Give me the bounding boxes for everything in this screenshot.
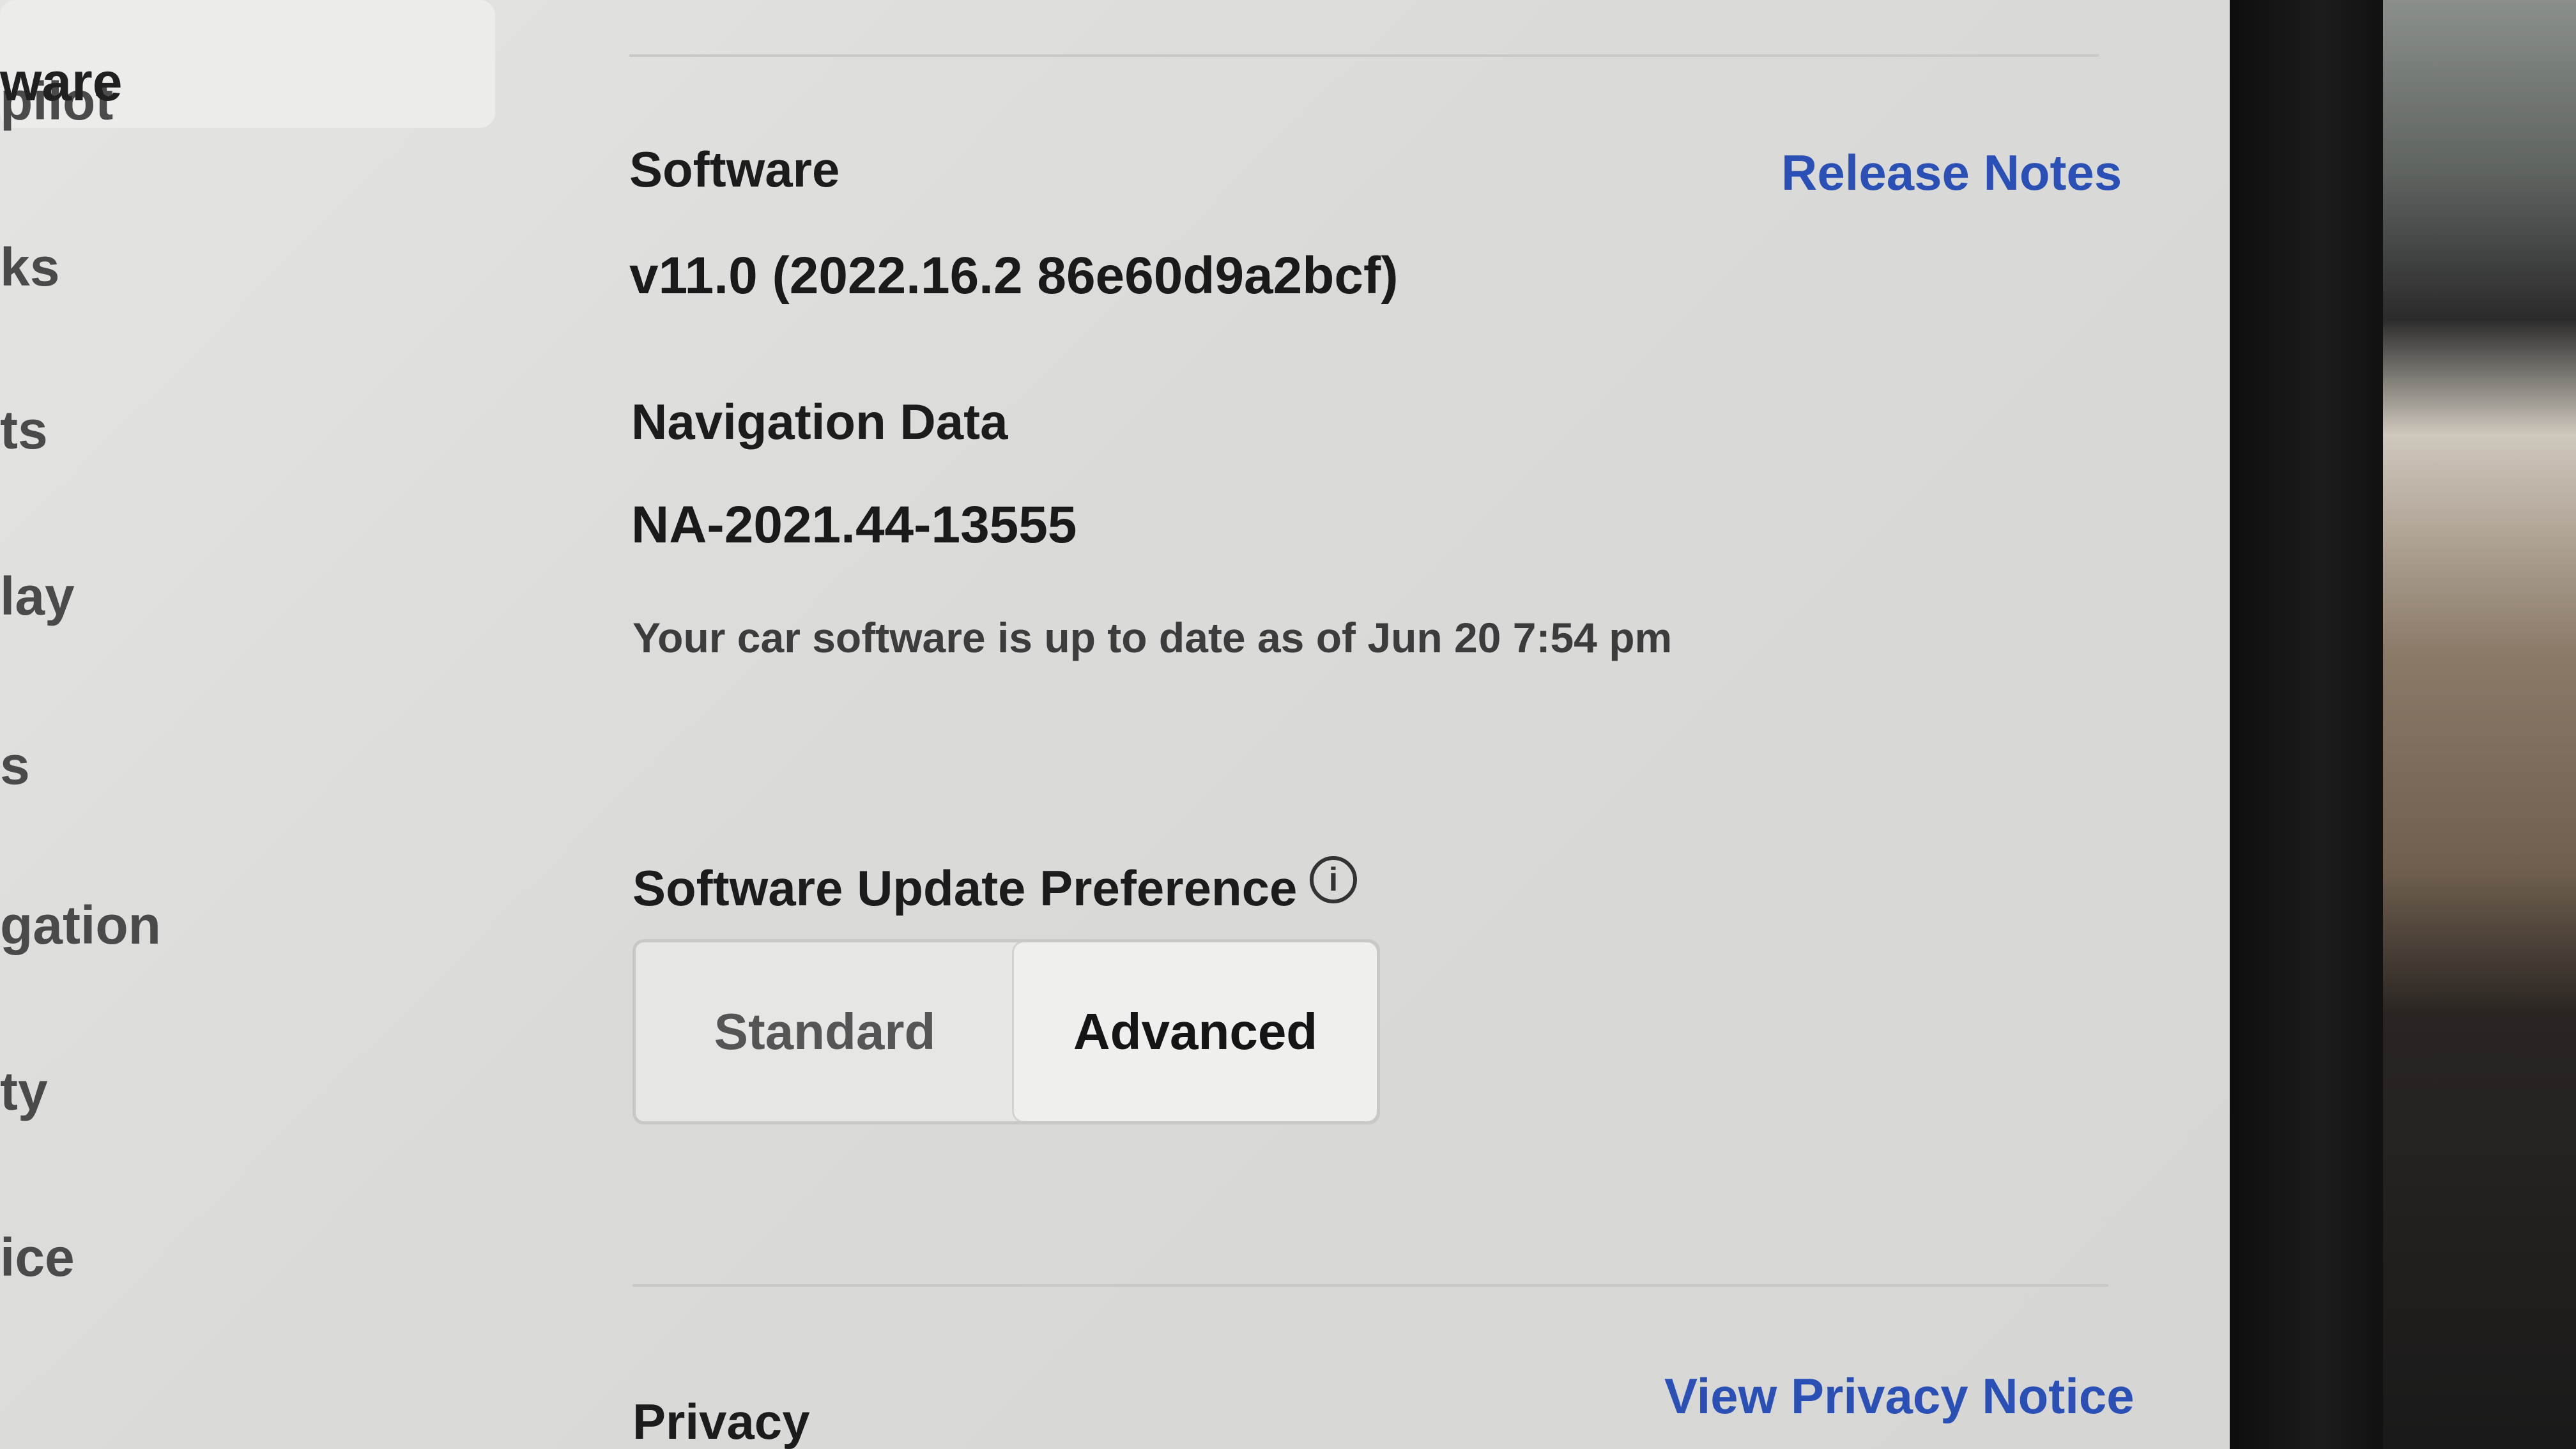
update-status-message: Your car software is up to date as of Ju… [632, 614, 1673, 661]
navigation-data-heading: Navigation Data [631, 394, 1008, 450]
software-heading: Software [629, 141, 840, 197]
sidebar-item-software[interactable]: ware [0, 0, 495, 128]
top-divider [629, 54, 2099, 57]
settings-screen: pilot ks ts lay s gation ty ice ware Sof… [0, 0, 2230, 1449]
sidebar-item-lights[interactable]: ts [0, 399, 48, 461]
update-preference-heading: Software Update Preference [632, 860, 1298, 916]
sidebar-item-locks[interactable]: ks [0, 236, 59, 298]
sidebar-item-display[interactable]: lay [0, 565, 75, 627]
screen-bezel [2230, 0, 2383, 1449]
info-icon[interactable]: i [1310, 856, 1357, 903]
release-notes-link[interactable]: Release Notes [1781, 144, 2122, 202]
standard-option[interactable]: Standard [636, 942, 1014, 1121]
view-privacy-notice-link[interactable]: View Privacy Notice [1664, 1367, 2135, 1425]
sidebar-item-navigation[interactable]: gation [0, 894, 161, 956]
software-version: v11.0 (2022.16.2 86e60d9a2bcf) [629, 247, 1399, 305]
sidebar-item-label: ware [0, 52, 123, 112]
bottom-divider [632, 1284, 2108, 1287]
update-preference-selector: Standard Advanced [632, 939, 1380, 1124]
navigation-data-version: NA-2021.44-13555 [631, 496, 1077, 554]
advanced-option[interactable]: Advanced [1014, 942, 1377, 1121]
privacy-heading: Privacy [632, 1393, 810, 1449]
sidebar-item-trips[interactable]: s [0, 735, 30, 797]
sidebar-item-safety[interactable]: ty [0, 1061, 48, 1123]
sidebar-item-service[interactable]: ice [0, 1227, 75, 1289]
background-scene [2383, 0, 2576, 1449]
